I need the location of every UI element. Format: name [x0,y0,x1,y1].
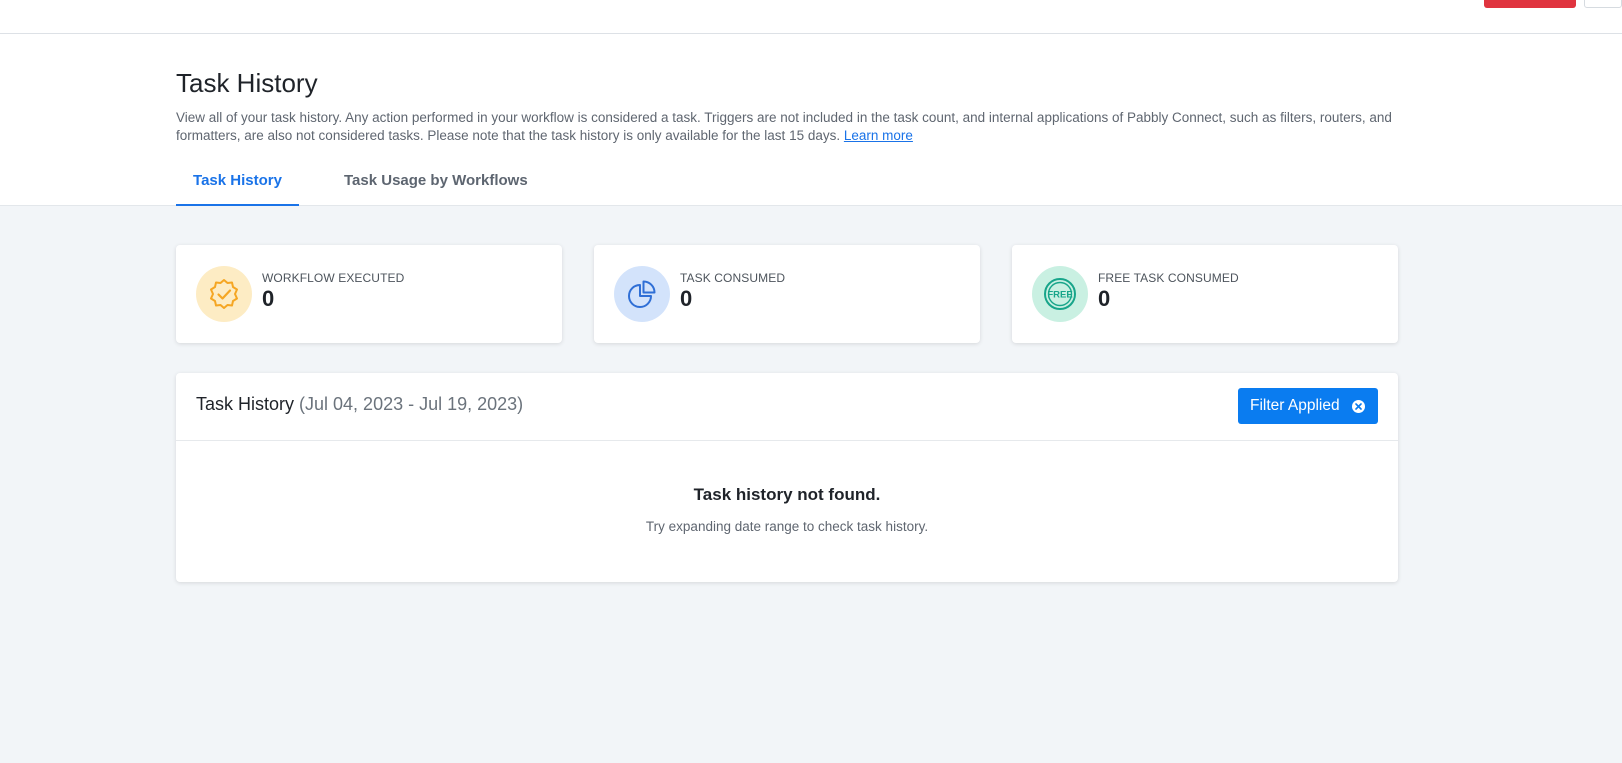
page-header: Task History View all of your task histo… [0,34,1622,206]
date-range: (Jul 04, 2023 - Jul 19, 2023) [299,394,524,414]
tab-task-usage-by-workflows[interactable]: Task Usage by Workflows [344,160,534,206]
stat-value: 0 [680,286,693,311]
page-description: View all of your task history. Any actio… [176,109,1406,145]
stat-label: WORKFLOW EXECUTED [262,271,405,285]
stat-value: 0 [1098,286,1111,311]
stat-card-workflow-executed: WORKFLOW EXECUTED 0 [176,245,562,343]
pie-chart-icon [614,266,670,322]
svg-text:FREE: FREE [1047,290,1072,301]
page-title: Task History [176,68,318,98]
stat-card-task-consumed: TASK CONSUMED 0 [594,245,980,343]
filter-button-label: Filter Applied [1250,397,1340,414]
clear-filter-icon[interactable] [1352,400,1365,413]
panel-title-text: Task History [196,394,295,414]
panel-title: Task History (Jul 04, 2023 - Jul 19, 202… [196,394,523,415]
free-badge-icon: FREE [1032,266,1088,322]
top-action-button[interactable] [1484,0,1576,8]
description-text: View all of your task history. Any actio… [176,110,1392,143]
empty-state-title: Task history not found. [693,485,881,504]
stat-card-free-task-consumed: FREE FREE TASK CONSUMED 0 [1012,245,1398,343]
panel-header: Task History (Jul 04, 2023 - Jul 19, 202… [176,373,1398,441]
stat-label: FREE TASK CONSUMED [1098,271,1239,285]
tab-task-history[interactable]: Task History [176,160,299,206]
task-history-panel: Task History (Jul 04, 2023 - Jul 19, 202… [176,373,1398,582]
stat-value: 0 [262,286,275,311]
top-menu-button[interactable] [1584,0,1622,8]
empty-state-subtitle: Try expanding date range to check task h… [645,519,929,534]
filter-applied-button[interactable]: Filter Applied [1238,388,1378,424]
stat-label: TASK CONSUMED [680,271,786,285]
top-bar [0,0,1622,34]
verified-badge-icon [196,266,252,322]
learn-more-link[interactable]: Learn more [844,128,913,143]
